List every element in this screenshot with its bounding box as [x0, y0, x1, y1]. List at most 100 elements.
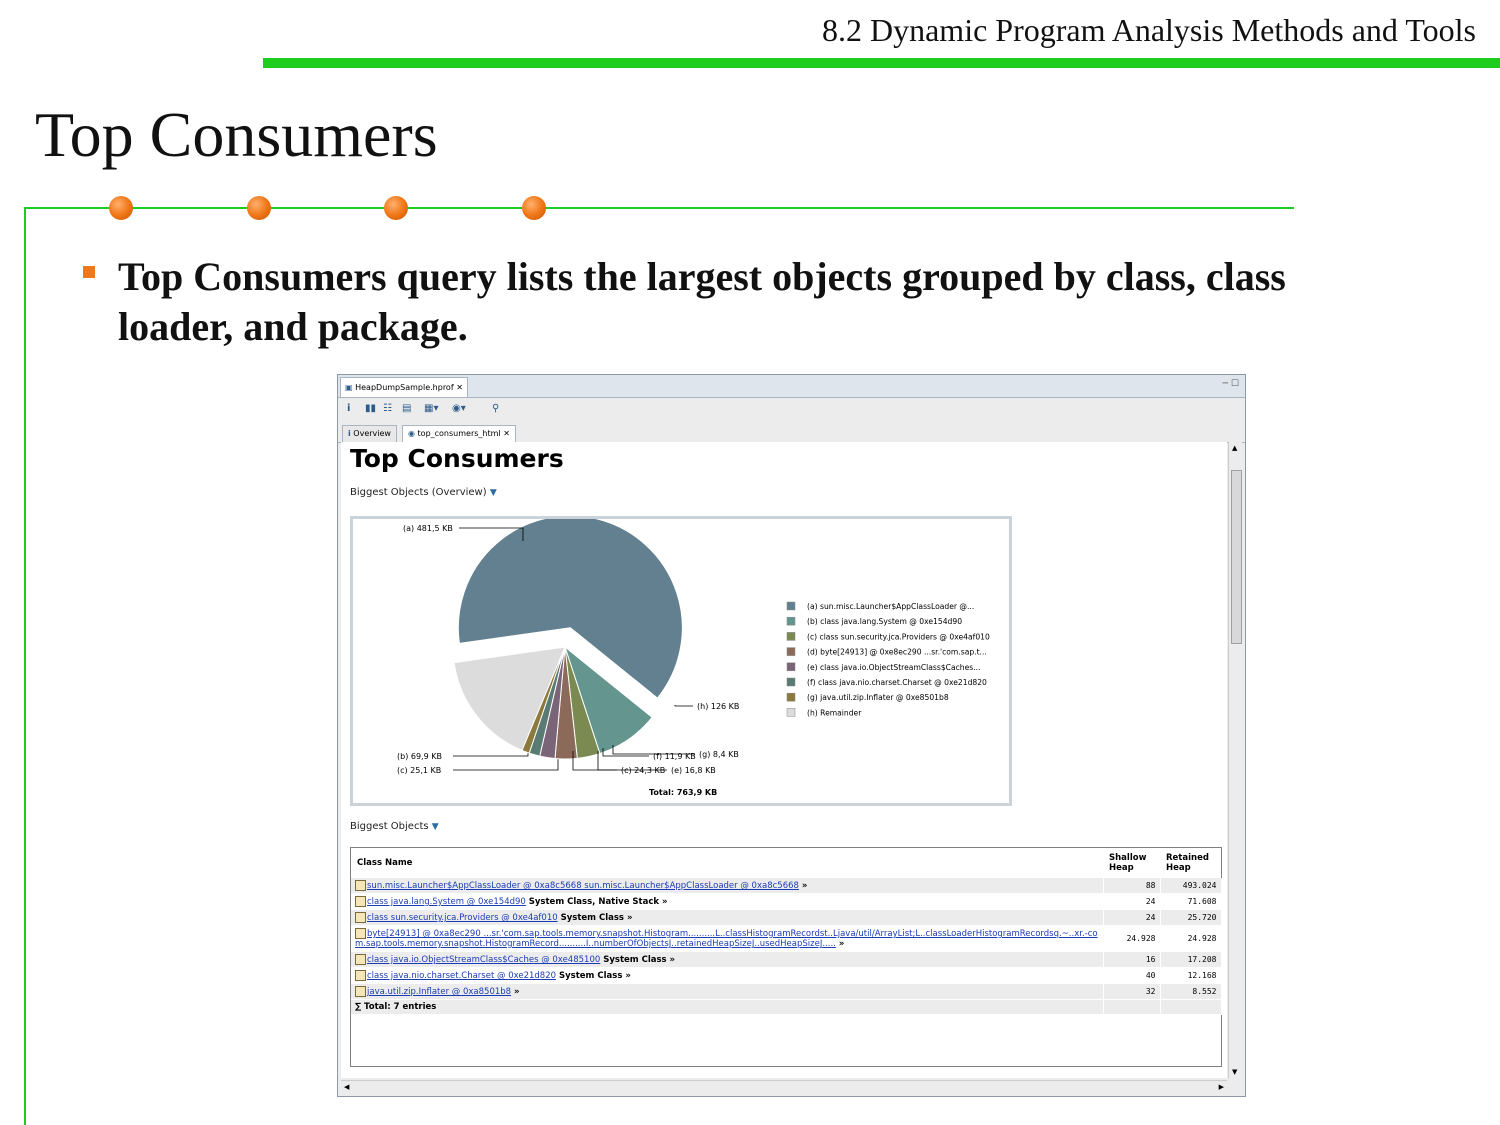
object-icon [355, 912, 366, 923]
close-icon[interactable]: ✕ [503, 429, 510, 438]
object-link[interactable]: java.util.zip.Inflater @ 0xa8501b8 [367, 987, 511, 997]
section-table-heading[interactable]: Biggest Objects ▼ [350, 821, 439, 832]
tab-overview[interactable]: i Overview [342, 425, 397, 442]
slide-header: 8.2 Dynamic Program Analysis Methods and… [821, 12, 1476, 48]
toolbar: i ▮▮ ☷ ▤ ▦▾ ◉▾ ⚲ [338, 398, 1245, 422]
object-suffix: » [798, 881, 808, 891]
table-row[interactable]: class sun.security.jca.Providers @ 0xe4a… [351, 909, 1222, 926]
section-overview-label: Biggest Objects (Overview) [350, 487, 487, 498]
pie-slice-label: (c) 24,3 KB [621, 766, 665, 775]
decor-dot [522, 196, 546, 220]
retained-heap-cell: 71.608 [1160, 893, 1222, 910]
minimize-icon[interactable]: ─ [1223, 379, 1228, 389]
table-row[interactable]: class java.lang.System @ 0xe154d90 Syste… [351, 893, 1222, 910]
empty-cell [1160, 999, 1222, 1015]
table-row[interactable]: sun.misc.Launcher$AppClassLoader @ 0xa8c… [351, 878, 1222, 894]
editor-tab-label: HeapDumpSample.hprof [355, 383, 454, 392]
report-icon[interactable]: ▦▾ [424, 403, 438, 414]
legend-swatch [786, 708, 796, 717]
window-controls: ─ ☐ [1223, 379, 1239, 389]
table-row[interactable]: class java.io.ObjectStreamClass$Caches @… [351, 951, 1222, 968]
object-link[interactable]: class sun.security.jca.Providers @ 0xe4a… [367, 913, 558, 923]
section-table-label: Biggest Objects [350, 821, 429, 832]
horizontal-scrollbar[interactable]: ◀ ▶ [341, 1080, 1227, 1094]
object-icon [355, 880, 366, 891]
legend-swatch [786, 662, 796, 672]
pie-leader-line [674, 705, 693, 707]
query-browser-icon[interactable]: ◉▾ [452, 403, 466, 414]
object-icon [355, 970, 366, 981]
tab-top-consumers[interactable]: ◉ top_consumers_html ✕ [402, 425, 516, 442]
pie-slice-label: (g) 8,4 KB [699, 750, 739, 759]
oql-icon[interactable]: ▤ [402, 403, 411, 414]
maximize-icon[interactable]: ☐ [1231, 379, 1239, 389]
legend-swatch [786, 601, 796, 611]
object-suffix: System Class » [600, 955, 676, 965]
editor-tab-heapdump[interactable]: ▣ HeapDumpSample.hprof ✕ [340, 377, 468, 397]
shallow-heap-cell: 16 [1103, 951, 1161, 968]
column-header-retained-heap[interactable]: Retained Heap [1160, 848, 1221, 878]
legend-entry: (f) class java.nio.charset.Charset @ 0xe… [807, 678, 987, 687]
object-link[interactable]: class java.lang.System @ 0xe154d90 [367, 897, 526, 907]
shallow-heap-cell: 24.928 [1103, 925, 1161, 952]
scroll-down-icon[interactable]: ▼ [1232, 1068, 1237, 1076]
table-row[interactable]: byte[24913] @ 0xa8ec290 ...sr.'com.sap.t… [351, 925, 1222, 952]
shallow-heap-cell: 40 [1103, 967, 1161, 984]
shallow-heap-cell: 24 [1103, 909, 1161, 926]
legend-entry: (c) class sun.security.jca.Providers @ 0… [807, 632, 990, 641]
class-name-cell: class sun.security.jca.Providers @ 0xe4a… [351, 909, 1104, 926]
class-name-cell: class java.io.ObjectStreamClass$Caches @… [351, 951, 1104, 968]
retained-heap-cell: 24.928 [1160, 925, 1222, 952]
pie-slice-label: (a) 481,5 KB [403, 524, 453, 533]
search-icon[interactable]: ⚲ [492, 403, 499, 414]
object-link[interactable]: byte[24913] @ 0xa8ec290 ...sr.'com.sap.t… [355, 929, 1098, 949]
legend-swatch [786, 677, 796, 687]
object-suffix: System Class » [557, 913, 633, 923]
table-total-row: ∑ Total: 7 entries [351, 999, 1222, 1015]
class-name-cell: java.util.zip.Inflater @ 0xa8501b8 » [351, 983, 1104, 1000]
tab-label: top_consumers_html [417, 429, 501, 438]
scroll-left-icon[interactable]: ◀ [344, 1083, 349, 1091]
objects-table-panel: Class Name Shallow Heap Retained Heap su… [350, 847, 1222, 1067]
histogram-icon[interactable]: ▮▮ [365, 403, 376, 414]
total-entries: ∑ Total: 7 entries [351, 999, 1104, 1015]
section-overview-heading[interactable]: Biggest Objects (Overview) ▼ [350, 487, 497, 498]
scroll-right-icon[interactable]: ▶ [1219, 1083, 1224, 1091]
object-link[interactable]: class java.io.ObjectStreamClass$Caches @… [367, 955, 600, 965]
column-header-class-name[interactable]: Class Name [351, 848, 1103, 878]
table-row[interactable]: class java.nio.charset.Charset @ 0xe21d8… [351, 967, 1222, 984]
app-window: ▣ HeapDumpSample.hprof ✕ ─ ☐ i ▮▮ ☷ ▤ ▦▾… [337, 374, 1246, 1097]
column-header-shallow-heap[interactable]: Shallow Heap [1103, 848, 1160, 878]
left-rule [24, 207, 26, 1125]
legend-swatch [786, 647, 796, 656]
shallow-heap-cell: 24 [1103, 893, 1161, 910]
object-icon [355, 986, 366, 997]
chevron-down-icon: ▼ [431, 822, 439, 832]
vertical-scrollbar[interactable]: ▲ ▼ [1228, 442, 1242, 1078]
bullet-marker [83, 266, 95, 278]
chevron-down-icon: ▼ [489, 488, 497, 498]
retained-heap-cell: 25.720 [1160, 909, 1222, 926]
pie-slice-label: (f) 11,9 KB [653, 752, 696, 761]
object-suffix: System Class » [556, 971, 631, 981]
report-content: Top Consumers Biggest Objects (Overview)… [341, 442, 1227, 1078]
legend-swatch [786, 692, 796, 702]
table-row[interactable]: java.util.zip.Inflater @ 0xa8501b8 » 32 8.… [351, 983, 1222, 1000]
object-link[interactable]: class java.nio.charset.Charset @ 0xe21d8… [367, 971, 556, 981]
class-name-cell: class java.nio.charset.Charset @ 0xe21d8… [351, 967, 1104, 984]
object-link[interactable]: sun.misc.Launcher$AppClassLoader @ 0xa8c… [367, 881, 799, 891]
legend-entry: (d) byte[24913] @ 0xe8ec290 ...sr.'com.s… [807, 648, 987, 657]
scroll-thumb[interactable] [1231, 470, 1242, 644]
slide-title: Top Consumers [35, 99, 438, 170]
editor-tab-bar: ▣ HeapDumpSample.hprof ✕ ─ ☐ [338, 375, 1245, 398]
pie-slice-label: (h) 126 KB [697, 702, 739, 711]
pie-chart-panel: (a) 481,5 KB (b) 69,9 KB (c) 25,1 KB (c) 24… [350, 516, 1012, 806]
close-icon[interactable]: ✕ [456, 383, 463, 392]
legend-swatch [786, 632, 796, 641]
legend-entry: (b) class java.lang.System @ 0xe154d90 [807, 617, 962, 626]
retained-heap-cell: 8.552 [1160, 983, 1222, 1000]
dominator-tree-icon[interactable]: ☷ [383, 403, 392, 414]
scroll-up-icon[interactable]: ▲ [1232, 444, 1237, 452]
info-icon[interactable]: i [347, 403, 350, 414]
decor-dot [109, 196, 133, 220]
